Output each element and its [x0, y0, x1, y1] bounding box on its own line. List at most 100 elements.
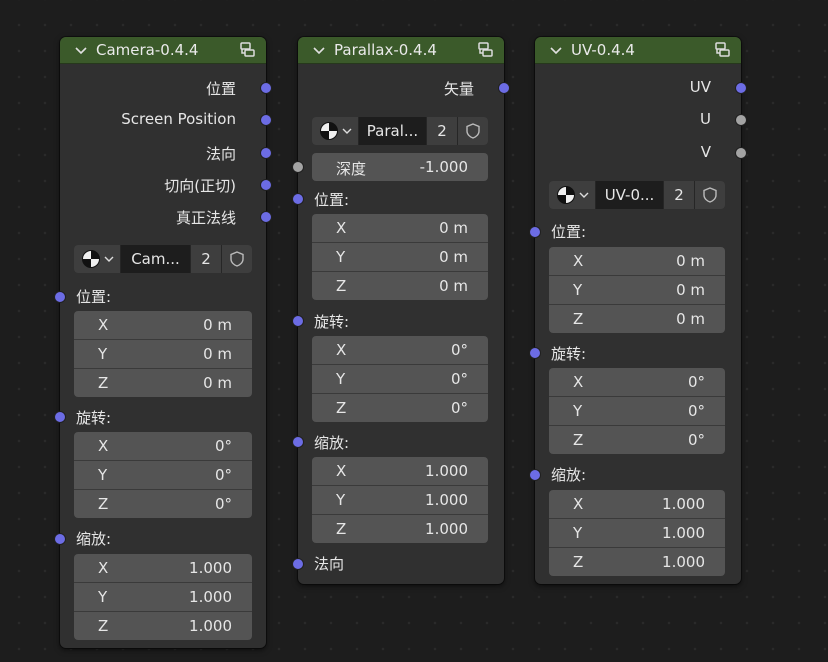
rotation-x-field[interactable]: X 0° — [549, 368, 725, 397]
chevron-down-icon — [579, 192, 589, 198]
output-socket-u[interactable] — [735, 114, 747, 126]
chevron-down-icon[interactable] — [74, 43, 88, 57]
datablock-type-button[interactable] — [549, 181, 596, 209]
rotation-label: 旋转: — [551, 345, 587, 363]
datablock-selector[interactable]: Paral... 2 — [312, 117, 488, 145]
output-vector: 矢量 — [443, 80, 474, 98]
datablock-users[interactable]: 2 — [190, 245, 221, 273]
location-y-field[interactable]: Y0 m — [74, 340, 252, 369]
chevron-down-icon[interactable] — [312, 43, 326, 57]
fake-user-button[interactable] — [694, 181, 725, 209]
datablock-type-button[interactable] — [312, 117, 359, 145]
rotation-z-field[interactable]: Z 0° — [312, 394, 488, 422]
location-x-field[interactable]: X0 m — [312, 214, 488, 243]
input-socket-scale[interactable] — [529, 469, 541, 481]
location-vector[interactable]: X0 m Y0 m Z0 m — [312, 214, 488, 300]
input-socket-location[interactable] — [529, 226, 541, 238]
datablock-selector[interactable]: Cam... 2 — [74, 245, 252, 273]
datablock-name[interactable]: Cam... — [121, 245, 190, 273]
output-socket-normal[interactable] — [260, 147, 272, 159]
node-header[interactable]: Camera-0.4.4 — [60, 37, 266, 64]
scale-z-field[interactable]: Z 1.000 — [549, 548, 725, 576]
scale-y-field[interactable]: Y 1.000 — [74, 583, 252, 612]
scale-x-field[interactable]: X 1.000 — [312, 457, 488, 486]
scale-vector[interactable]: X 1.000 Y 1.000 Z 1.000 — [312, 457, 488, 543]
rotation-vector[interactable]: X 0° Y 0° Z 0° — [549, 368, 725, 454]
chevron-down-icon[interactable] — [549, 43, 563, 57]
node-header[interactable]: Parallax-0.4.4 — [298, 37, 504, 64]
location-x-field[interactable]: X0 m — [74, 311, 252, 340]
datablock-users[interactable]: 2 — [663, 181, 694, 209]
node-title: UV-0.4.4 — [571, 41, 635, 59]
scale-x-field[interactable]: X 1.000 — [549, 490, 725, 519]
datablock-selector[interactable]: UV-0... 2 — [549, 181, 725, 209]
location-y-field[interactable]: Y0 m — [549, 276, 725, 305]
location-z-field[interactable]: Z0 m — [549, 305, 725, 333]
rotation-z-field[interactable]: Z 0° — [549, 426, 725, 454]
rotation-y-field[interactable]: Y 0° — [312, 365, 488, 394]
output-socket-vector[interactable] — [498, 82, 510, 94]
shield-icon — [703, 187, 717, 203]
scale-x-field[interactable]: X 1.000 — [74, 554, 252, 583]
output-socket-uv[interactable] — [735, 82, 747, 94]
output-socket-true-normal[interactable] — [260, 211, 272, 223]
depth-field[interactable]: 深度 -1.000 — [312, 153, 488, 181]
node-tree-sphere-icon — [320, 122, 338, 140]
node-group-icon[interactable] — [238, 41, 256, 59]
scale-vector[interactable]: X 1.000 Y 1.000 Z 1.000 — [549, 490, 725, 576]
scale-y-field[interactable]: Y 1.000 — [312, 486, 488, 515]
rotation-y-field[interactable]: Y 0° — [74, 461, 252, 490]
location-z-field[interactable]: Z0 m — [312, 272, 488, 300]
rotation-y-field[interactable]: Y 0° — [549, 397, 725, 426]
location-z-field[interactable]: Z0 m — [74, 369, 252, 397]
input-socket-location[interactable] — [54, 291, 66, 303]
rotation-x-field[interactable]: X 0° — [312, 336, 488, 365]
datablock-name[interactable]: UV-0... — [596, 181, 663, 209]
output-socket-v[interactable] — [735, 147, 747, 159]
fake-user-button[interactable] — [221, 245, 252, 273]
input-socket-rotation[interactable] — [292, 315, 304, 327]
parallax-node[interactable]: Parallax-0.4.4 矢量 Paral... 2 深度 -1.000 位… — [292, 37, 510, 584]
output-tangent: 切向(正切) — [164, 177, 236, 195]
scale-vector[interactable]: X 1.000 Y 1.000 Z 1.000 — [74, 554, 252, 640]
rotation-z-field[interactable]: Z 0° — [74, 490, 252, 518]
location-vector[interactable]: X0 m Y0 m Z0 m — [74, 311, 252, 397]
chevron-down-icon — [104, 256, 114, 262]
camera-node[interactable]: Camera-0.4.4 位置 Screen Position 法向 切向(正切… — [54, 37, 272, 648]
location-vector[interactable]: X0 m Y0 m Z0 m — [549, 247, 725, 333]
scale-label: 缩放: — [551, 466, 587, 484]
output-v: V — [700, 143, 711, 161]
input-socket-scale[interactable] — [54, 533, 66, 545]
scale-z-field[interactable]: Z 1.000 — [74, 612, 252, 640]
output-socket-tangent[interactable] — [260, 179, 272, 191]
datablock-users[interactable]: 2 — [426, 117, 457, 145]
rotation-x-field[interactable]: X 0° — [74, 432, 252, 461]
normal-input-label: 法向 — [314, 555, 345, 573]
datablock-name[interactable]: Paral... — [359, 117, 426, 145]
input-socket-scale[interactable] — [292, 436, 304, 448]
rotation-vector[interactable]: X 0° Y 0° Z 0° — [312, 336, 488, 422]
fake-user-button[interactable] — [457, 117, 488, 145]
scale-label: 缩放: — [76, 530, 112, 548]
scale-y-field[interactable]: Y 1.000 — [549, 519, 725, 548]
node-group-icon[interactable] — [476, 41, 494, 59]
input-socket-rotation[interactable] — [54, 411, 66, 423]
input-socket-location[interactable] — [292, 193, 304, 205]
scale-z-field[interactable]: Z 1.000 — [312, 515, 488, 543]
output-socket-screen-position[interactable] — [260, 114, 272, 126]
datablock-type-button[interactable] — [74, 245, 121, 273]
input-socket-normal[interactable] — [292, 558, 304, 570]
uv-node[interactable]: UV-0.4.4 UV U V UV-0... 2 位置: X0 m Y0 m … — [529, 37, 747, 584]
node-group-icon[interactable] — [713, 41, 731, 59]
depth-label: 深度 — [336, 160, 367, 178]
input-socket-depth[interactable] — [292, 161, 304, 173]
location-y-field[interactable]: Y0 m — [312, 243, 488, 272]
location-x-field[interactable]: X0 m — [549, 247, 725, 276]
rotation-vector[interactable]: X 0° Y 0° Z 0° — [74, 432, 252, 518]
node-tree-sphere-icon — [82, 250, 100, 268]
input-socket-rotation[interactable] — [529, 347, 541, 359]
node-header[interactable]: UV-0.4.4 — [535, 37, 741, 64]
chevron-down-icon — [342, 128, 352, 134]
output-uv: UV — [689, 78, 711, 96]
output-socket-location[interactable] — [260, 82, 272, 94]
